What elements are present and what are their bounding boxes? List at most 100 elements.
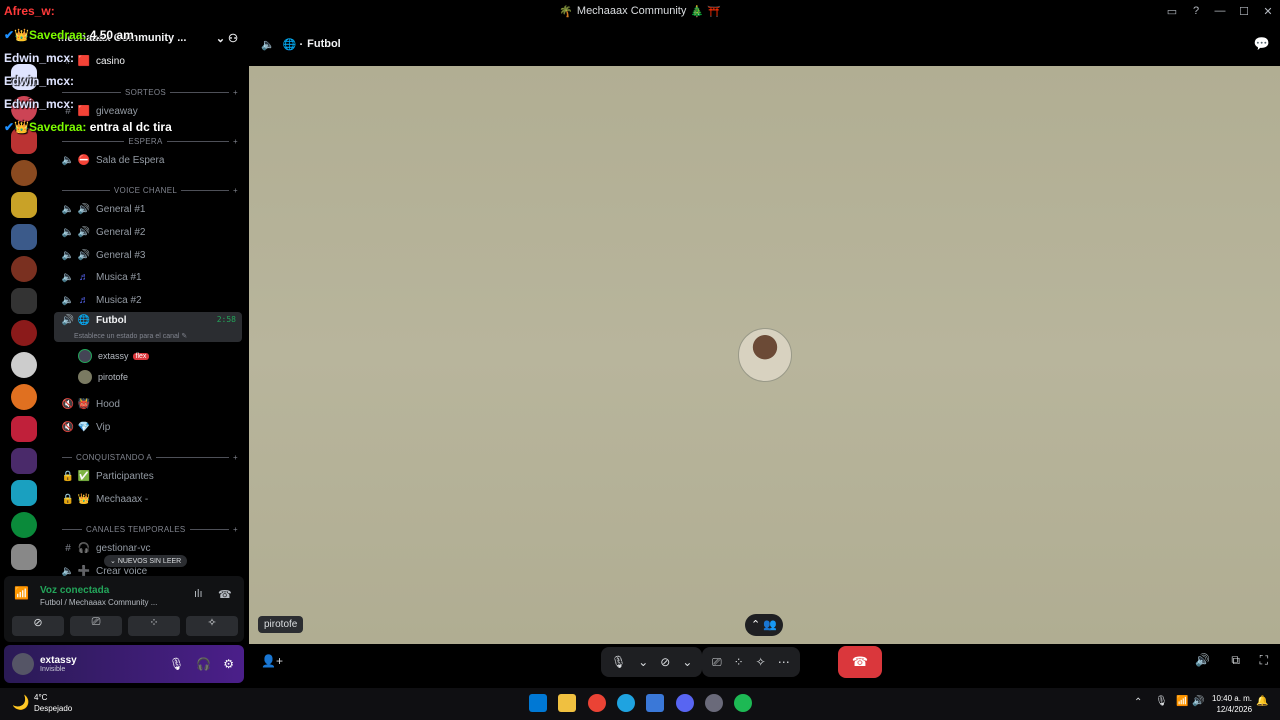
screen-share-icon[interactable]: ⎚ <box>712 655 722 670</box>
soundboard-icon[interactable]: ✧ <box>756 655 766 669</box>
chevron-down-icon[interactable]: ⌄ <box>682 655 692 669</box>
disconnect-button[interactable]: ☎ <box>838 646 882 678</box>
channel-musica-2[interactable]: 🔈 ♬ Musica #2 <box>54 290 242 310</box>
speaker-icon: 🔈 <box>261 38 275 51</box>
system-clock[interactable]: 10:40 a. m. 12/4/2026 <box>1212 693 1252 715</box>
signal-icon[interactable]: 📶 <box>14 586 29 600</box>
channel-vip[interactable]: 🔇 💎 Vip <box>54 417 242 437</box>
server-icon[interactable] <box>11 160 37 186</box>
camera-off-icon[interactable]: ⊘ <box>660 655 670 669</box>
spotify-icon[interactable] <box>734 694 752 712</box>
unread-pill[interactable]: ⌄ NUEVOS SIN LEER <box>104 555 188 567</box>
soundboard-icon[interactable]: ✧ <box>186 616 238 636</box>
server-icon[interactable] <box>11 512 37 538</box>
volume-icon[interactable]: 🔊 <box>1195 653 1210 667</box>
speaker-icon: 🔈 <box>61 154 75 166</box>
disconnect-icon[interactable]: ☎ <box>218 588 232 601</box>
server-icon[interactable] <box>11 256 37 282</box>
noise-suppression-icon[interactable]: ılı <box>194 588 203 600</box>
file-explorer-icon[interactable] <box>558 694 576 712</box>
weather-widget[interactable]: 4°C Despejado <box>34 692 72 714</box>
member-list-toggle[interactable]: ⌃ 👥 <box>745 614 783 636</box>
channel-general-3[interactable]: 🔈 🔊 General #3 <box>54 245 242 265</box>
screen-share-icon[interactable]: ⎚ <box>70 616 122 636</box>
stage-header: 🔈 🌐 · Futbol 💬 <box>249 22 1280 66</box>
add-channel-icon[interactable]: + <box>233 525 238 534</box>
chevron-down-icon[interactable]: ⌄ <box>638 655 648 669</box>
voice-status[interactable]: Voz conectada <box>40 585 109 596</box>
voice-member[interactable]: pirotofe <box>78 368 128 386</box>
channel-general-2[interactable]: 🔈 🔊 General #2 <box>54 222 242 242</box>
server-icon[interactable] <box>11 352 37 378</box>
chevron-down-icon[interactable]: ⌄ ⚇ <box>216 32 238 45</box>
channel-sala-espera[interactable]: 🔈 ⛔ Sala de Espera <box>54 150 242 170</box>
channel-status-hint[interactable]: Establece un estado para el canal ✎ <box>74 332 187 340</box>
channel-giveaway[interactable]: # 🟥 giveaway <box>54 101 242 121</box>
chrome-icon[interactable] <box>588 694 606 712</box>
video-tile[interactable]: pirotofe ⌃ 👥 <box>249 66 1280 644</box>
app-icon[interactable] <box>705 694 723 712</box>
category-conquistando[interactable]: CONQUISTANDO A + <box>58 450 238 464</box>
server-icon[interactable] <box>11 288 37 314</box>
category-voice[interactable]: VOICE CHANEL + <box>58 183 238 197</box>
microphone-icon[interactable]: 🎙 <box>1155 696 1168 707</box>
chevron-up-icon[interactable]: ⌃ <box>1134 697 1142 708</box>
maximize-button[interactable]: ☐ <box>1232 5 1256 18</box>
wifi-icon[interactable]: 📶 <box>1176 696 1188 707</box>
server-icon[interactable] <box>11 448 37 474</box>
edge-icon[interactable] <box>617 694 635 712</box>
weather-icon[interactable]: 🌙 <box>12 694 29 711</box>
window-title: Mechaaax Community <box>576 5 687 17</box>
activities-icon[interactable]: ⁘ <box>734 655 744 669</box>
server-icon[interactable] <box>11 416 37 442</box>
notification-icon[interactable]: 🔔 <box>1256 696 1268 707</box>
close-button[interactable]: ✕ <box>1256 5 1280 18</box>
avatar[interactable] <box>12 653 34 675</box>
channel-general-1[interactable]: 🔈 🔊 General #1 <box>54 199 242 219</box>
mask-icon: 👹 <box>77 398 91 410</box>
server-icon[interactable] <box>11 384 37 410</box>
volume-icon[interactable]: 🔊 <box>1192 696 1204 707</box>
fullscreen-icon[interactable]: ⛶ <box>1260 653 1268 668</box>
channel-musica-1[interactable]: 🔈 ♬ Musica #1 <box>54 267 242 287</box>
title-icon: 🎄 ⛩️ <box>690 5 721 18</box>
server-icon[interactable] <box>11 544 37 570</box>
speaker-muted-icon: 🔇 <box>61 398 75 410</box>
server-icon[interactable] <box>11 192 37 218</box>
chevron-down-icon: ⌄ <box>110 558 118 565</box>
add-channel-icon[interactable]: + <box>233 137 238 146</box>
popout-icon[interactable]: ⧉ <box>1231 653 1240 668</box>
server-icon[interactable] <box>11 480 37 506</box>
microphone-icon[interactable]: 🎙 <box>169 657 184 671</box>
chat-icon[interactable]: 💬 <box>1254 36 1270 52</box>
channel-participantes[interactable]: 🔒 ✅ Participantes <box>54 466 242 486</box>
server-icon[interactable] <box>11 320 37 346</box>
category-temporales[interactable]: CANALES TEMPORALES + <box>58 522 238 536</box>
channel-mechaaax[interactable]: 🔒 👑 Mechaaax - <box>54 489 242 509</box>
microphone-icon[interactable]: 🎙 <box>611 655 626 669</box>
activities-icon[interactable]: ⁘ <box>128 616 180 636</box>
add-channel-icon[interactable]: + <box>233 88 238 97</box>
channel-hood[interactable]: 🔇 👹 Hood <box>54 394 242 414</box>
server-icon[interactable] <box>11 224 37 250</box>
help-icon[interactable]: ? <box>1184 5 1208 17</box>
category-espera[interactable]: ESPERA + <box>58 134 238 148</box>
inbox-icon[interactable]: ▭ <box>1160 5 1184 18</box>
camera-off-icon[interactable]: ⊘ <box>12 616 64 636</box>
minimize-button[interactable]: — <box>1208 5 1232 17</box>
voice-location[interactable]: Futbol / Mechaaax Community ... <box>40 598 157 607</box>
add-channel-icon[interactable]: + <box>233 186 238 195</box>
add-channel-icon[interactable]: + <box>233 453 238 462</box>
start-icon[interactable] <box>529 694 547 712</box>
store-icon[interactable] <box>646 694 664 712</box>
speaker-muted-icon: 🔇 <box>61 421 75 433</box>
category-sorteos[interactable]: SORTEOS + <box>58 85 238 99</box>
speaker-icon: 🔈 <box>61 565 75 577</box>
channel-casino[interactable]: # 🟥 casino <box>54 51 242 71</box>
gear-icon[interactable]: ⚙ <box>223 657 234 671</box>
more-icon[interactable]: ⋯ <box>778 655 790 669</box>
voice-member[interactable]: extassy flex <box>78 347 150 365</box>
headphones-icon[interactable]: 🎧 <box>196 657 211 671</box>
invite-icon[interactable]: 👤+ <box>261 654 283 668</box>
discord-icon[interactable] <box>676 694 694 712</box>
